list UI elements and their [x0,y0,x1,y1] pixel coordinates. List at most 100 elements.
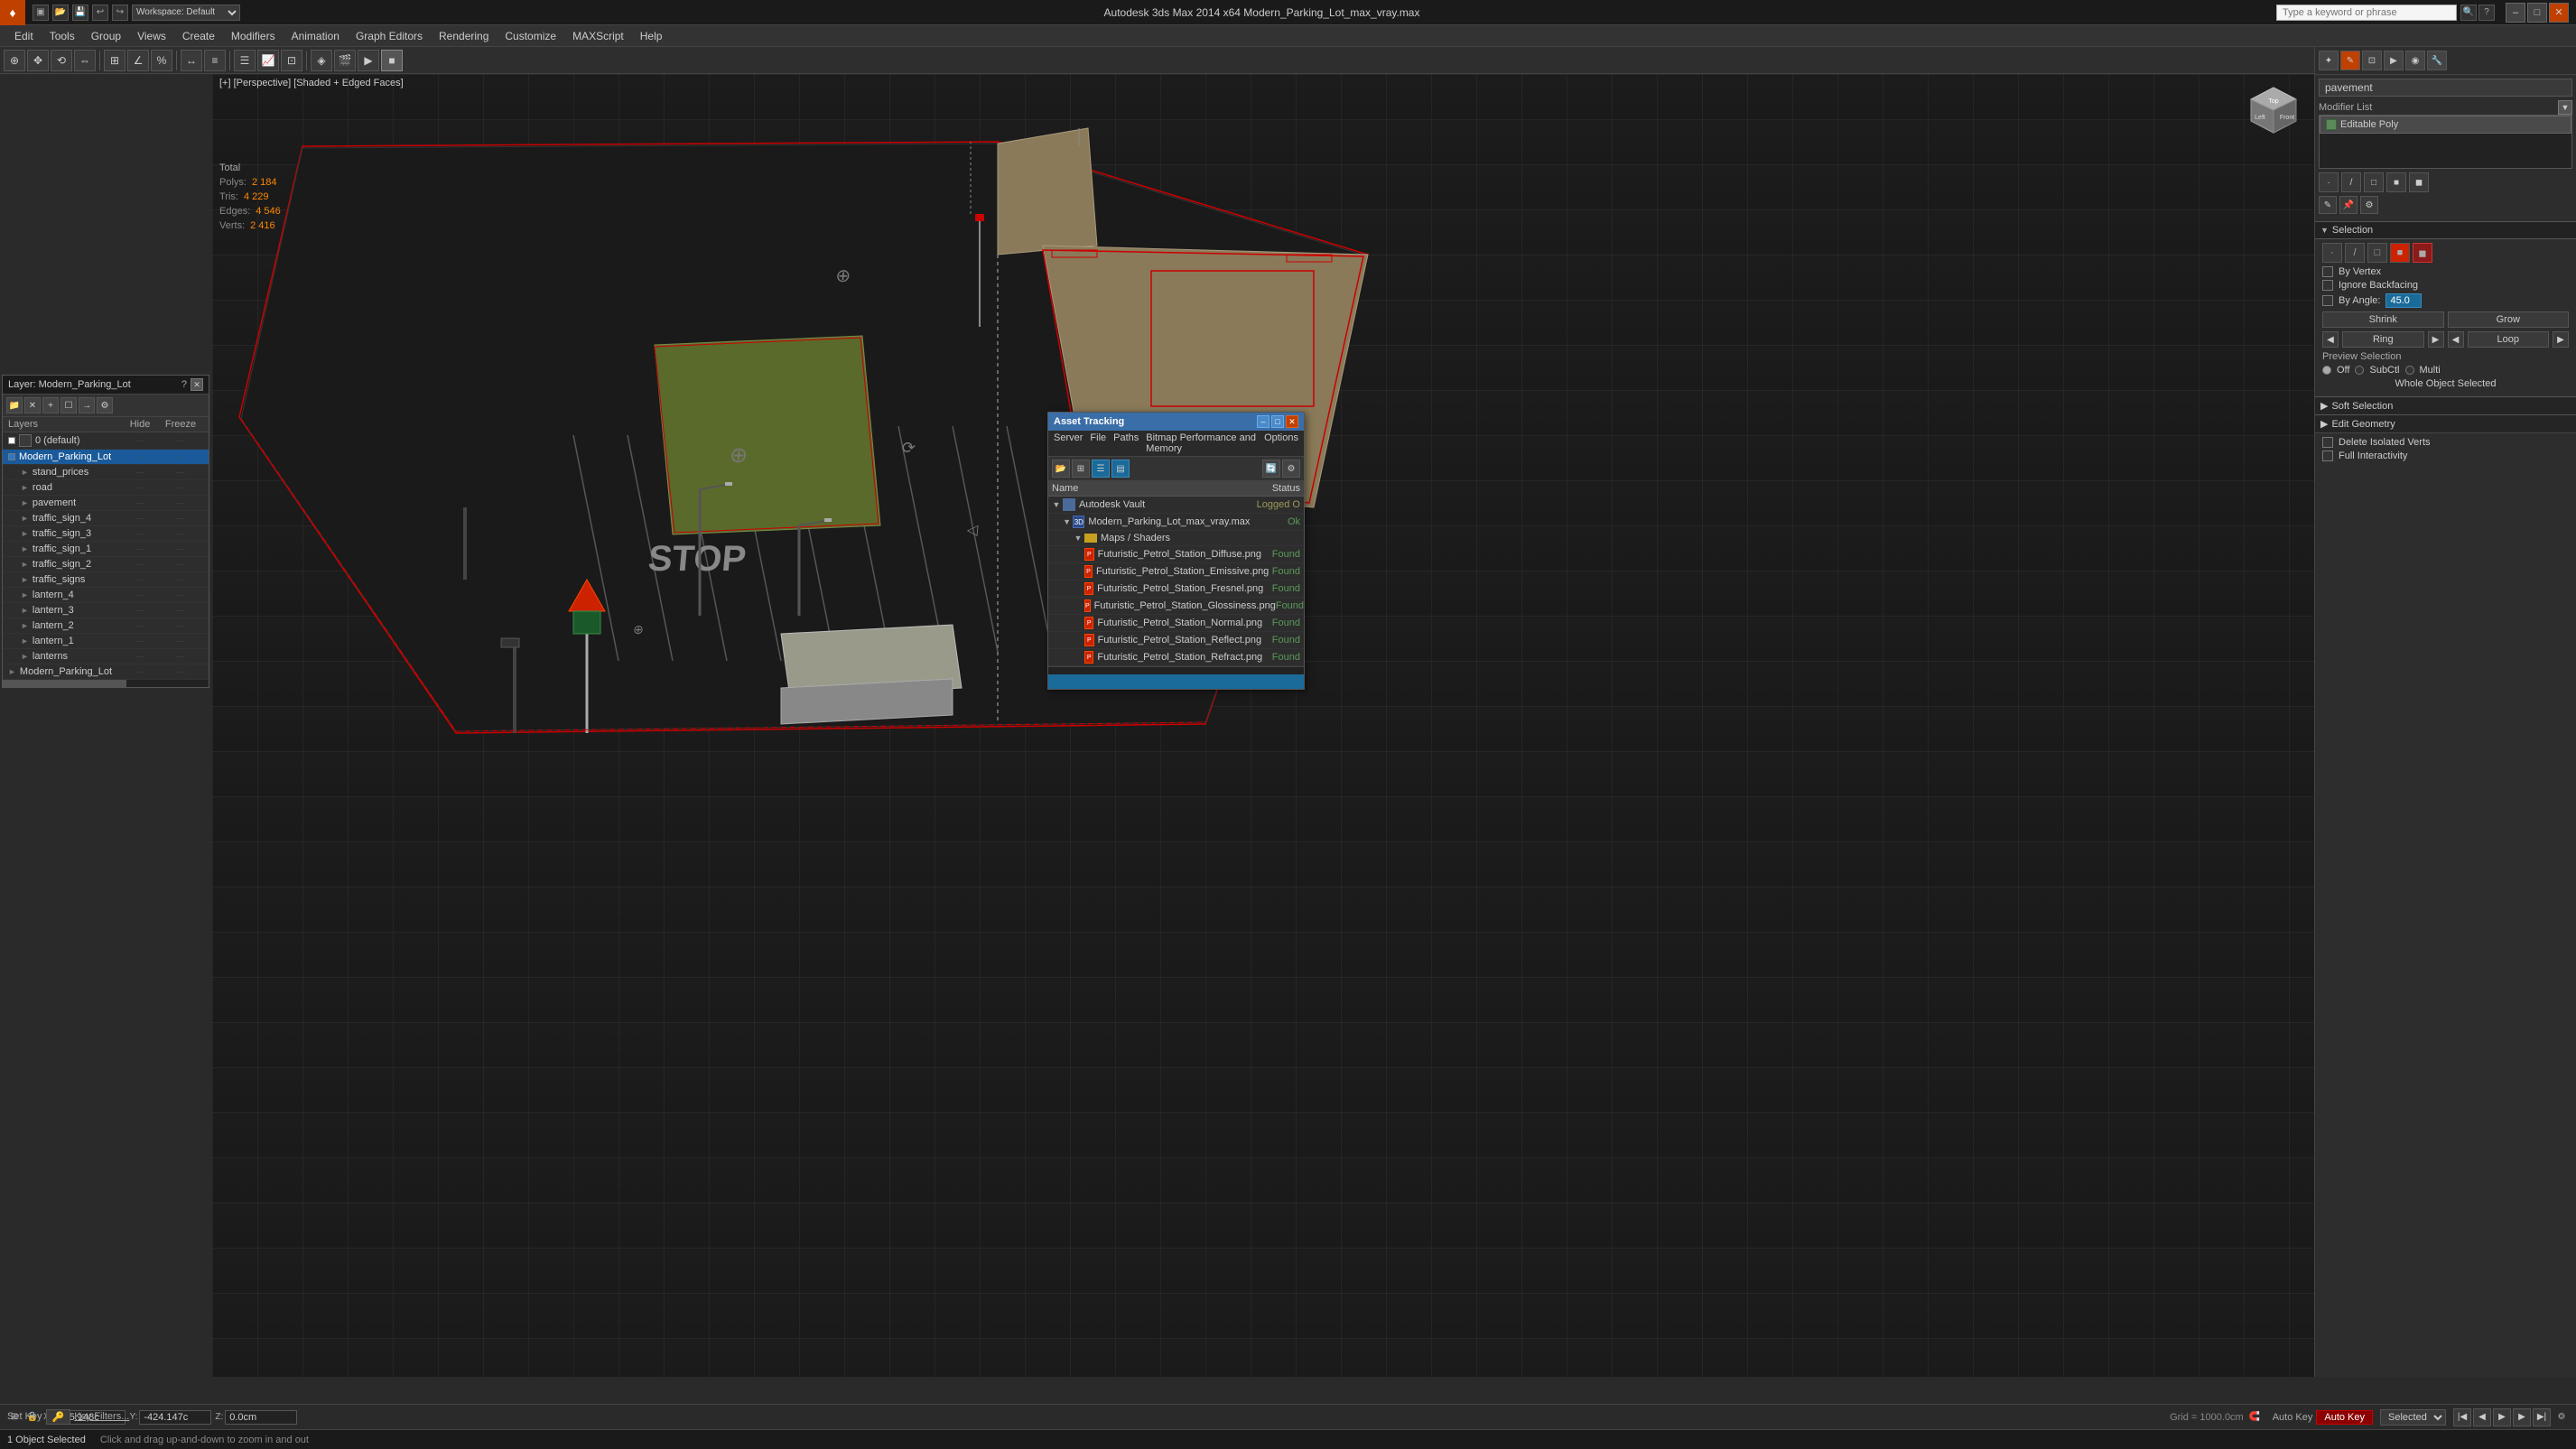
percent-snap[interactable]: % [151,50,172,71]
rotate-tool[interactable]: ⟲ [51,50,72,71]
subobj-border[interactable]: □ [2364,172,2384,192]
at-menu-server[interactable]: Server [1054,432,1083,454]
layer-item-modern-parking-lot-2[interactable]: ► Modern_Parking_Lot ··· ··· [3,664,209,680]
at-refresh-btn[interactable]: 🔄 [1262,460,1280,478]
save-btn[interactable]: 💾 [72,5,88,21]
shrink-button[interactable]: Shrink [2322,311,2444,328]
at-menu-bitmap-perf[interactable]: Bitmap Performance and Memory [1146,432,1257,454]
soft-selection-header[interactable]: ▶ Soft Selection [2315,396,2576,414]
at-detail-btn[interactable]: ▤ [1111,460,1130,478]
layer-item-lanterns[interactable]: ► lanterns ··· ··· [3,649,209,664]
snap-icon[interactable]: 🧲 [2247,1410,2262,1425]
workspace-selector[interactable]: Workspace: Default [132,5,240,21]
align-tool[interactable]: ≡ [204,50,226,71]
delete-isolated-checkbox[interactable] [2322,437,2333,448]
menu-views[interactable]: Views [130,28,173,44]
loop-button[interactable]: Loop [2468,331,2550,348]
layer-item-road[interactable]: ► road ··· ··· [3,480,209,496]
layer-item-traffic-sign-1[interactable]: ► traffic_sign_1 ··· ··· [3,542,209,557]
modifier-editable-poly[interactable]: Editable Poly [2320,116,2571,134]
new-btn[interactable]: ▣ [33,5,49,21]
face-select-icon[interactable]: ■ [2390,243,2410,263]
menu-create[interactable]: Create [175,28,222,44]
menu-animation[interactable]: Animation [284,28,347,44]
at-horizontal-scrollbar[interactable] [1048,667,1304,674]
maximize-button[interactable]: □ [2527,3,2547,23]
layer-item-traffic-signs[interactable]: ► traffic_signs ··· ··· [3,572,209,588]
mini-next-frame[interactable]: ▶ [2513,1408,2531,1426]
quick-render[interactable]: ▶ [358,50,379,71]
layers-options-btn[interactable]: ⚙ [97,397,113,413]
close-button[interactable]: ✕ [2549,3,2569,23]
at-expand-maps[interactable]: ▼ [1074,534,1083,543]
z-coord-input[interactable] [225,1410,297,1425]
menu-edit[interactable]: Edit [7,28,41,44]
tab-motion[interactable]: ▶ [2384,51,2404,70]
menu-help[interactable]: Help [633,28,670,44]
layers-move-btn[interactable]: → [79,397,95,413]
layers-scrollbar[interactable] [3,680,209,687]
angle-snap[interactable]: ∠ [127,50,149,71]
search-icon[interactable]: 🔍 [2460,5,2477,21]
at-row-diffuse[interactable]: P Futuristic_Petrol_Station_Diffuse.png … [1048,546,1304,563]
ring-button[interactable]: Ring [2342,331,2424,348]
at-list-btn[interactable]: ☰ [1092,460,1110,478]
stack-config-btn[interactable]: ⚙ [2360,196,2378,214]
tab-create[interactable]: ✦ [2319,51,2339,70]
subobj-vertex[interactable]: · [2319,172,2339,192]
selected-dropdown[interactable]: Selected [2380,1409,2446,1426]
edge-select-icon[interactable]: / [2345,243,2365,263]
layers-close-btn[interactable]: ✕ [191,378,203,391]
layer-item-traffic-sign-3[interactable]: ► traffic_sign_3 ··· ··· [3,526,209,542]
loop-next-arrow[interactable]: ▶ [2553,331,2569,348]
at-grid-btn[interactable]: ⊞ [1072,460,1090,478]
layer-visible-check[interactable] [19,434,32,447]
by-angle-checkbox[interactable] [2322,295,2333,306]
at-close-btn[interactable]: ✕ [1286,415,1298,428]
tab-hierarchy[interactable]: ⊡ [2362,51,2382,70]
at-row-vault[interactable]: ▼ Autodesk Vault Logged O [1048,497,1304,514]
mini-prev-frame[interactable]: ◀ [2473,1408,2491,1426]
undo-btn[interactable]: ↩ [92,5,108,21]
at-row-reflect[interactable]: P Futuristic_Petrol_Station_Reflect.png … [1048,632,1304,649]
layer-item-lantern-3[interactable]: ► lantern_3 ··· ··· [3,603,209,618]
menu-maxscript[interactable]: MAXScript [565,28,631,44]
menu-graph-editors[interactable]: Graph Editors [349,28,430,44]
layers-delete-btn[interactable]: ✕ [24,397,41,413]
at-row-maps-folder[interactable]: ▼ Maps / Shaders [1048,531,1304,546]
at-expand-vault[interactable]: ▼ [1052,500,1061,509]
full-interactivity-checkbox[interactable] [2322,450,2333,461]
minimize-button[interactable]: – [2506,3,2525,23]
render-setup[interactable]: 🎬 [334,50,356,71]
at-expand-mpl[interactable]: ▼ [1063,517,1071,526]
subobj-polygon[interactable]: ■ [2386,172,2406,192]
tab-display[interactable]: ◉ [2405,51,2425,70]
key-filters-link[interactable]: Key Filters... [74,1411,129,1422]
ring-prev-arrow[interactable]: ◀ [2322,331,2339,348]
curve-editor[interactable]: 📈 [257,50,279,71]
select-tool[interactable]: ⊕ [4,50,25,71]
auto-key-button[interactable]: Auto Key [2316,1410,2373,1425]
at-row-normal[interactable]: P Futuristic_Petrol_Station_Normal.png F… [1048,615,1304,632]
menu-group[interactable]: Group [84,28,128,44]
layer-manager[interactable]: ☰ [234,50,256,71]
object-name-field[interactable] [2319,79,2572,97]
mirror-tool[interactable]: ↔ [181,50,202,71]
layer-item-traffic-sign-2[interactable]: ► traffic_sign_2 ··· ··· [3,557,209,572]
schematic-view[interactable]: ⊡ [281,50,302,71]
grow-button[interactable]: Grow [2448,311,2570,328]
help-icon[interactable]: ? [2478,5,2495,21]
menu-tools[interactable]: Tools [42,28,82,44]
edit-geometry-header[interactable]: ▶ Edit Geometry [2315,414,2576,432]
viewport-3d[interactable]: STOP ⊕ ⊕ ⟳ ◁ ⊕ [212,74,2314,1377]
open-btn[interactable]: 📂 [52,5,69,21]
layer-item-traffic-sign-4[interactable]: ► traffic_sign_4 ··· ··· [3,511,209,526]
menu-rendering[interactable]: Rendering [432,28,496,44]
layer-item-lantern-4[interactable]: ► lantern_4 ··· ··· [3,588,209,603]
at-row-fresnel[interactable]: P Futuristic_Petrol_Station_Fresnel.png … [1048,581,1304,598]
at-menu-paths[interactable]: Paths [1113,432,1139,454]
border-select-icon[interactable]: □ [2367,243,2387,263]
mini-goto-start[interactable]: |◀ [2453,1408,2471,1426]
modifier-list-lock[interactable]: ▼ [2558,100,2572,115]
at-row-refract[interactable]: P Futuristic_Petrol_Station_Refract.png … [1048,649,1304,666]
